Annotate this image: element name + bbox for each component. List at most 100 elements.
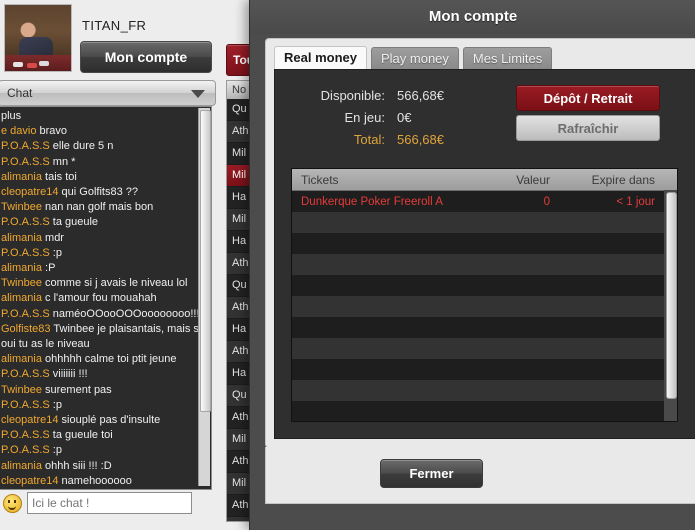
chat-username: alimania [1, 231, 46, 244]
my-account-button[interactable]: Mon compte [80, 41, 212, 73]
ticket-row-empty [292, 212, 677, 233]
chat-username: alimania [1, 353, 46, 366]
chat-message: plus [0, 109, 211, 124]
ticket-row-empty [292, 359, 677, 380]
chat-input-row [0, 490, 222, 516]
column-tickets: Tickets [301, 172, 339, 187]
refresh-button[interactable]: Rafraîchir [516, 115, 660, 141]
total-label: Total: [353, 132, 385, 147]
chat-username: P.O.A.S.S [1, 368, 53, 381]
deposit-withdraw-button[interactable]: Dépôt / Retrait [516, 85, 660, 111]
total-value: 566,68€ [397, 132, 444, 147]
chat-text: plus [1, 110, 22, 122]
chat-panel: Chat plus e davio bravo P.O.A.S.S elle dur… [0, 78, 222, 530]
chat-text: namehoooooo [61, 474, 132, 487]
balance-row-available: Disponible: 566,68€ [285, 88, 444, 103]
user-panel: TITAN_FR Mon compte [0, 0, 222, 78]
tab-play-money[interactable]: Play money [370, 47, 459, 69]
chat-message: P.O.A.S.S viiiiiii !!! [0, 367, 211, 382]
chat-message: cleopatre14 namehoooooo [0, 474, 211, 489]
chat-text: comme si j avais le niveau lol [45, 277, 188, 290]
chat-scrollbar[interactable] [198, 108, 211, 486]
tickets-table-header: Tickets Valeur Expire dans [292, 169, 677, 191]
emoticon-icon[interactable] [3, 493, 22, 513]
tab-real-money[interactable]: Real money [274, 46, 367, 69]
chat-username: alimania [1, 262, 46, 275]
chat-text: elle dure 5 n [52, 140, 114, 153]
chat-message: cleopatre14 qui Golfits83 ?? [0, 185, 211, 200]
chat-username: P.O.A.S.S [1, 307, 53, 320]
chat-text: :p [52, 246, 62, 259]
chat-text: naméoOOooOOOoooooooo!!! [52, 307, 200, 320]
balance-row-total: Total: 566,68€ [285, 132, 444, 147]
my-account-dialog: Mon compte Real money Play money Mes Lim… [249, 0, 695, 530]
chat-text: ohhhhh calme toi ptit jeune [45, 353, 177, 366]
chat-scrollbar-thumb[interactable] [200, 110, 211, 412]
ticket-row-empty [292, 233, 677, 254]
chat-message: alimania c l'amour fou mouahah [0, 291, 211, 306]
chat-message: alimania ohhh siii !!! :D [0, 459, 211, 474]
dialog-title: Mon compte [250, 0, 695, 34]
dialog-bottom-strip [250, 504, 695, 530]
chat-username: P.O.A.S.S [1, 140, 53, 153]
available-value: 566,68€ [397, 88, 444, 103]
ticket-expires: < 1 jour [616, 195, 655, 208]
chat-text: c l'amour fou mouahah [45, 292, 157, 305]
chat-message: Golfiste83 Twinbee je plaisantais, mais … [0, 322, 211, 337]
chat-username: P.O.A.S.S [1, 246, 53, 259]
chat-username: Twinbee [1, 277, 46, 290]
username-label: TITAN_FR [82, 18, 147, 33]
chat-text: mdr [45, 231, 64, 244]
chat-message: alimania :P [0, 261, 211, 276]
chat-text: Twinbee je plaisantais, mais sinon [53, 322, 212, 335]
chat-message: P.O.A.S.S ta gueule toi [0, 428, 211, 443]
chat-username: cleopatre14 [1, 414, 62, 427]
chat-text: :p [52, 398, 62, 411]
chat-message: P.O.A.S.S :p [0, 398, 211, 413]
chat-input[interactable] [27, 492, 192, 514]
chat-text: qui Golfits83 ?? [61, 186, 138, 199]
dialog-body: Real money Play money Mes Limites Dispon… [265, 38, 695, 448]
ticket-row-empty [292, 254, 677, 275]
balance-row-inplay: En jeu: 0€ [285, 110, 444, 125]
ticket-value: 0 [543, 195, 550, 208]
chat-text: oui tu as le niveau [1, 338, 90, 351]
chat-message: alimania mdr [0, 231, 211, 246]
chat-username: cleopatre14 [1, 474, 62, 487]
chat-text: ta gueule toi [52, 429, 113, 442]
chat-dropdown-header[interactable]: Chat [0, 80, 216, 106]
chat-message: cleopatre14 siouplé pas d'insulte [0, 413, 211, 428]
tickets-scrollbar[interactable] [664, 190, 677, 421]
chat-username: P.O.A.S.S [1, 155, 53, 168]
tickets-scrollbar-thumb[interactable] [666, 192, 677, 399]
chat-username: alimania [1, 459, 46, 472]
tab-mes-limites[interactable]: Mes Limites [462, 47, 553, 69]
chevron-down-icon [191, 90, 205, 98]
ticket-name: Dunkerque Poker Freeroll A [301, 195, 443, 208]
inplay-value: 0€ [397, 110, 412, 125]
chat-text: ohhh siii !!! :D [45, 459, 112, 472]
chat-message: Twinbee comme si j avais le niveau lol [0, 276, 211, 291]
chat-message: Twinbee nan nan golf mais bon [0, 200, 211, 215]
chat-message: P.O.A.S.S naméoOOooOOOoooooooo!!! [0, 307, 211, 322]
ticket-row-empty [292, 296, 677, 317]
chat-message: P.O.A.S.S :p [0, 246, 211, 261]
column-valeur: Valeur [516, 172, 550, 187]
close-button[interactable]: Fermer [380, 459, 483, 488]
column-expire: Expire dans [591, 172, 655, 187]
chat-username: alimania [1, 170, 46, 183]
chat-text: tais toi [45, 170, 77, 183]
chat-text: :p [52, 444, 62, 457]
chat-message-log[interactable]: plus e davio bravo P.O.A.S.S elle dure 5 n… [0, 106, 212, 490]
available-label: Disponible: [320, 88, 385, 103]
chat-text: ta gueule [52, 216, 99, 229]
chat-text: viiiiiii !!! [52, 368, 88, 381]
chat-username: P.O.A.S.S [1, 398, 53, 411]
chat-text: surement pas [45, 383, 112, 396]
chat-message: oui tu as le niveau [0, 337, 211, 352]
chat-username: alimania [1, 292, 46, 305]
chat-message: e davio bravo [0, 124, 211, 139]
inplay-label: En jeu: [344, 110, 385, 125]
ticket-row[interactable]: Dunkerque Poker Freeroll A 0 < 1 jour [292, 191, 677, 212]
ticket-row-empty [292, 317, 677, 338]
